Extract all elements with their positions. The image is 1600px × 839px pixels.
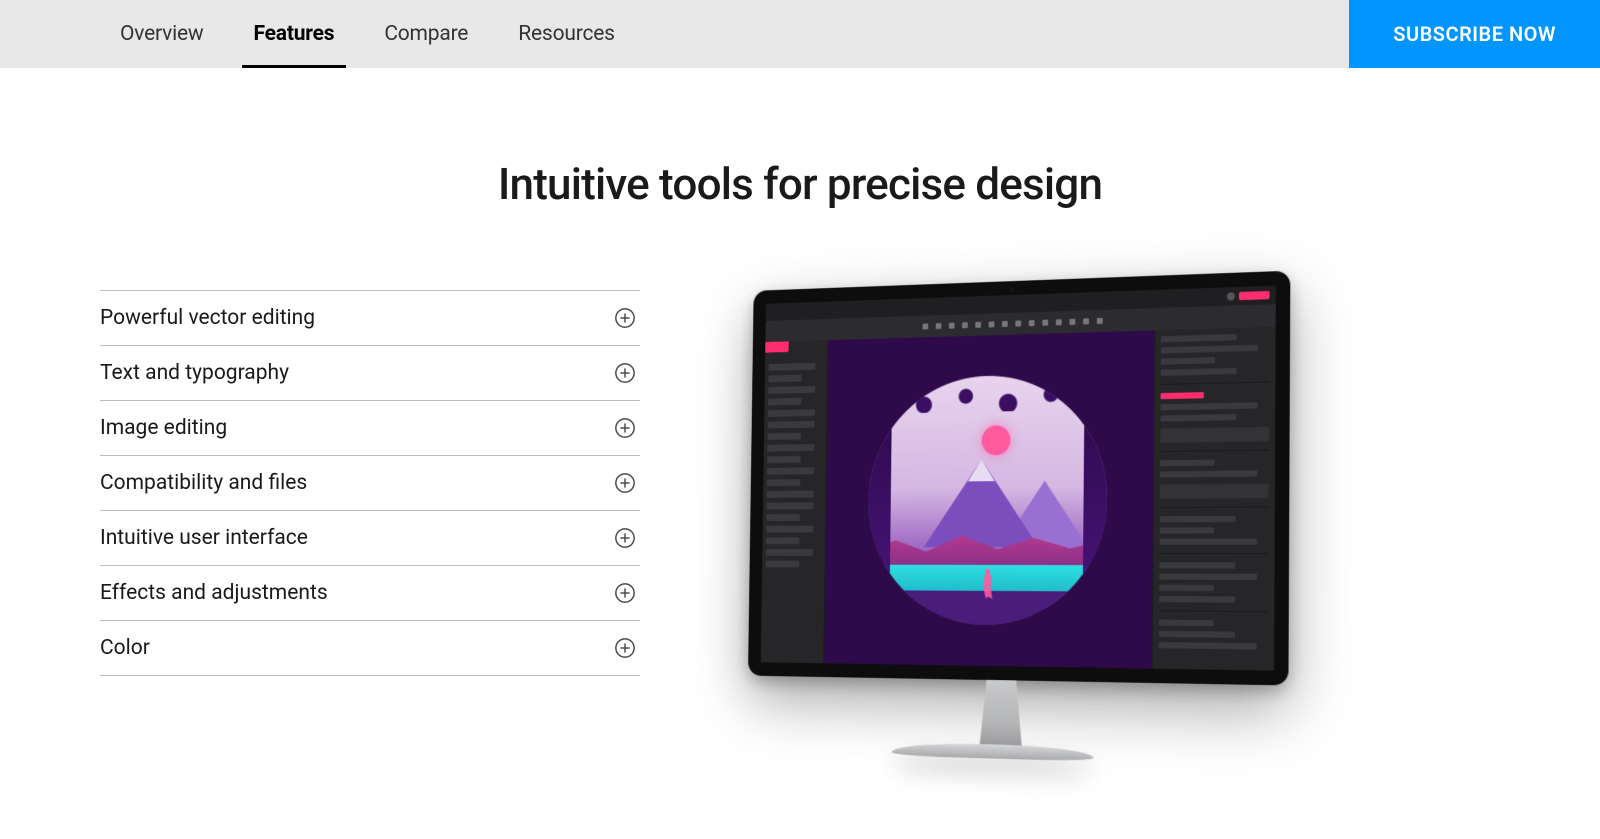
accordion-label: Text and typography bbox=[100, 361, 289, 385]
accordion-label: Effects and adjustments bbox=[100, 581, 328, 605]
app-properties-panel bbox=[1152, 327, 1276, 671]
tab-features[interactable]: Features bbox=[254, 0, 335, 68]
canvas-artwork bbox=[867, 373, 1108, 626]
accordion-item-compatibility-files[interactable]: Compatibility and files bbox=[100, 455, 640, 510]
nav-tabs: Overview Features Compare Resources bbox=[120, 0, 615, 68]
accordion-label: Compatibility and files bbox=[100, 471, 307, 495]
plus-circle-icon bbox=[614, 307, 636, 329]
content-row: Powerful vector editing Text and typogra… bbox=[0, 280, 1600, 820]
accordion-item-intuitive-ui[interactable]: Intuitive user interface bbox=[100, 510, 640, 565]
tab-compare[interactable]: Compare bbox=[384, 0, 468, 68]
plus-circle-icon bbox=[614, 582, 636, 604]
monitor-stand-neck bbox=[967, 680, 1035, 752]
design-app-screenshot bbox=[761, 286, 1276, 671]
plus-circle-icon bbox=[614, 472, 636, 494]
accordion-label: Image editing bbox=[100, 416, 227, 440]
page-title: Intuitive tools for precise design bbox=[0, 158, 1600, 210]
app-canvas bbox=[824, 330, 1154, 668]
accordion-label: Powerful vector editing bbox=[100, 306, 315, 330]
accordion-item-image-editing[interactable]: Image editing bbox=[100, 400, 640, 455]
feature-accordion: Powerful vector editing Text and typogra… bbox=[100, 290, 640, 676]
plus-circle-icon bbox=[614, 637, 636, 659]
accordion-item-text-typography[interactable]: Text and typography bbox=[100, 345, 640, 400]
monitor-screen bbox=[748, 271, 1290, 686]
accordion-item-vector-editing[interactable]: Powerful vector editing bbox=[100, 290, 640, 345]
accordion-label: Color bbox=[100, 636, 150, 660]
top-navigation: Overview Features Compare Resources SUBS… bbox=[0, 0, 1600, 68]
subscribe-now-button[interactable]: SUBSCRIBE NOW bbox=[1349, 0, 1600, 68]
plus-circle-icon bbox=[614, 417, 636, 439]
app-layers-panel bbox=[761, 340, 829, 663]
plus-circle-icon bbox=[614, 527, 636, 549]
plus-circle-icon bbox=[614, 362, 636, 384]
tab-overview[interactable]: Overview bbox=[120, 0, 204, 68]
accordion-item-effects-adjustments[interactable]: Effects and adjustments bbox=[100, 565, 640, 620]
accordion-label: Intuitive user interface bbox=[100, 526, 308, 550]
accordion-item-color[interactable]: Color bbox=[100, 620, 640, 676]
product-monitor-mockup bbox=[700, 280, 1340, 820]
tab-resources[interactable]: Resources bbox=[518, 0, 615, 68]
